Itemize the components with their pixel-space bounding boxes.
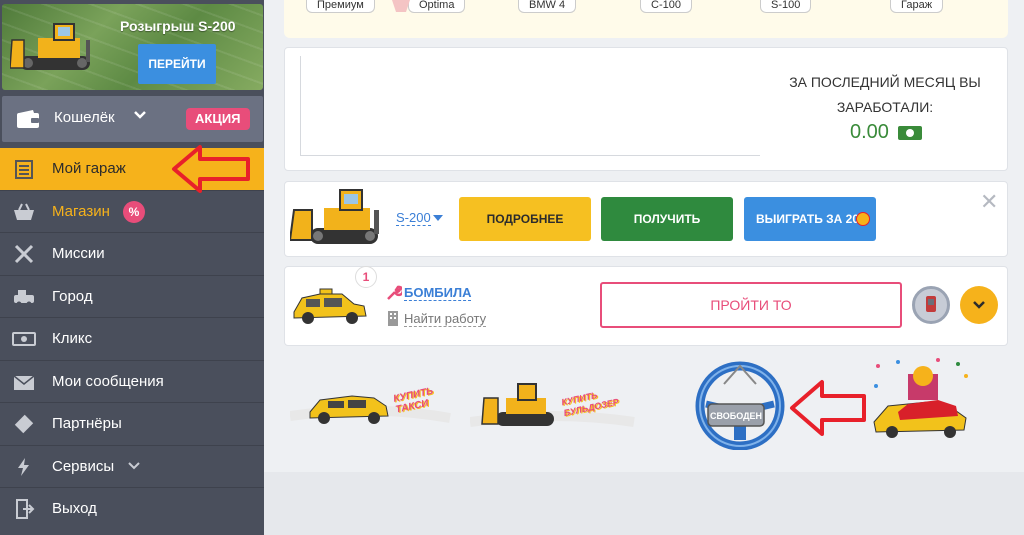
sidebar-item-label: Выход xyxy=(52,500,97,517)
car-tab[interactable]: Гараж xyxy=(890,0,944,13)
car-tab[interactable]: Премиум xyxy=(306,0,375,13)
sidebar-item-label: Миссии xyxy=(52,245,105,262)
promo-title: Розыгрыш S-200 xyxy=(120,18,236,34)
sidebar-item-clicks[interactable]: Кликс xyxy=(0,318,264,361)
find-work-link[interactable]: Найти работу xyxy=(404,311,487,327)
sidebar-menu: Мой гараж Магазин % Миссии Город Кликс М… xyxy=(0,148,264,531)
building-icon xyxy=(388,311,398,326)
sidebar-item-label: Город xyxy=(52,287,93,305)
cash-icon xyxy=(12,332,36,346)
sidebar-item-label: Партнёры xyxy=(52,415,122,432)
sidebar-item-services[interactable]: Сервисы xyxy=(0,446,264,488)
sidebar-item-exit[interactable]: Выход xyxy=(0,488,264,531)
steering-wheel-icon xyxy=(695,361,785,451)
bonus-prize-image[interactable] xyxy=(868,356,974,440)
win-button-label: ВЫИГРАТЬ ЗА 20 xyxy=(756,212,860,226)
details-button[interactable]: ПОДРОБНЕЕ xyxy=(459,197,591,241)
buy-taxi-banner[interactable]: КУПИТЬ ТАКСИ xyxy=(289,376,456,432)
close-icon[interactable]: ✕ xyxy=(980,189,998,215)
model-select[interactable]: S-200 xyxy=(396,210,431,226)
pass-inspection-button[interactable]: ПРОЙТИ ТО xyxy=(600,282,902,328)
garage-icon xyxy=(15,160,33,179)
expand-button[interactable] xyxy=(960,286,998,324)
crossed-swords-icon xyxy=(14,244,34,264)
chevron-down-icon xyxy=(128,461,140,469)
sidebar: Розыгрыш S-200 ПЕРЕЙТИ Кошелёк АКЦИЯ Мой… xyxy=(0,0,264,535)
page-footer-area xyxy=(264,472,1024,535)
caret-down-icon xyxy=(433,215,443,221)
job-link[interactable]: БОМБИЛА xyxy=(404,285,472,301)
lightning-icon xyxy=(18,457,29,476)
bulldozer-image xyxy=(290,189,379,244)
prize-cars-icon xyxy=(873,358,968,438)
sidebar-item-label: Магазин xyxy=(52,202,110,220)
handshake-icon xyxy=(14,414,34,434)
exit-icon xyxy=(16,499,35,519)
sidebar-item-shop[interactable]: Магазин % xyxy=(0,191,264,233)
go-button[interactable]: ПЕРЕЙТИ xyxy=(138,44,216,84)
get-button[interactable]: ПОЛУЧИТЬ xyxy=(601,197,733,241)
car-tab[interactable]: C-100 xyxy=(640,0,692,13)
discount-badge: % xyxy=(123,200,145,223)
sidebar-item-label: Кликс xyxy=(52,330,93,347)
car-tab[interactable]: Optima xyxy=(408,0,466,13)
shop-basket-icon xyxy=(14,203,34,220)
pink-tag-shape xyxy=(392,0,410,12)
sidebar-item-label: Сервисы xyxy=(52,457,115,475)
car-tab[interactable]: S-100 xyxy=(760,0,812,13)
wallet-label: Кошелёк xyxy=(54,109,115,126)
vehicle-count-badge: 1 xyxy=(355,266,377,288)
earnings-title: ЗА ПОСЛЕДНИЙ МЕСЯЦ ВЫ ЗАРАБОТАЛИ: xyxy=(789,74,981,115)
sidebar-item-label: Мой гараж xyxy=(52,160,126,177)
taxi-car-image xyxy=(293,288,367,324)
red-arrow-garage xyxy=(172,145,250,193)
red-arrow-free xyxy=(790,380,866,436)
win-for-20-button[interactable]: ВЫИГРАТЬ ЗА 20 xyxy=(744,197,876,241)
cash-icon xyxy=(898,126,922,140)
wrench-icon xyxy=(387,285,402,300)
sidebar-item-missions[interactable]: Миссии xyxy=(0,233,264,276)
chevron-down-icon xyxy=(134,111,146,119)
sidebar-item-label: Мои сообщения xyxy=(52,372,164,390)
sidebar-item-partners[interactable]: Партнёры xyxy=(0,403,264,446)
sidebar-item-messages[interactable]: Мои сообщения xyxy=(0,361,264,403)
bulldozer-image xyxy=(10,23,90,70)
promo-badge[interactable]: АКЦИЯ xyxy=(186,108,250,130)
promo-banner-s200[interactable]: Розыгрыш S-200 ПЕРЕЙТИ xyxy=(2,4,263,90)
chevron-down-icon xyxy=(973,301,985,309)
free-status-badge[interactable]: СВОБОДЕН xyxy=(694,358,786,451)
earnings-value: 0.00 xyxy=(850,121,889,143)
buy-bulldozer-banner[interactable]: КУПИТЬ БУЛЬДОЗЕР xyxy=(469,376,638,436)
wallet-dropdown[interactable]: Кошелёк АКЦИЯ xyxy=(2,96,263,142)
driver-avatar[interactable] xyxy=(912,286,950,324)
free-label: СВОБОДЕН xyxy=(709,411,763,421)
coin-icon xyxy=(856,212,870,226)
driver-icon xyxy=(926,296,936,312)
wallet-icon xyxy=(17,110,39,128)
earnings-chart-area xyxy=(300,56,760,156)
city-car-icon xyxy=(14,289,34,306)
envelope-icon xyxy=(13,374,35,390)
car-tab[interactable]: BMW 4 xyxy=(518,0,577,13)
sidebar-item-city[interactable]: Город xyxy=(0,276,264,318)
